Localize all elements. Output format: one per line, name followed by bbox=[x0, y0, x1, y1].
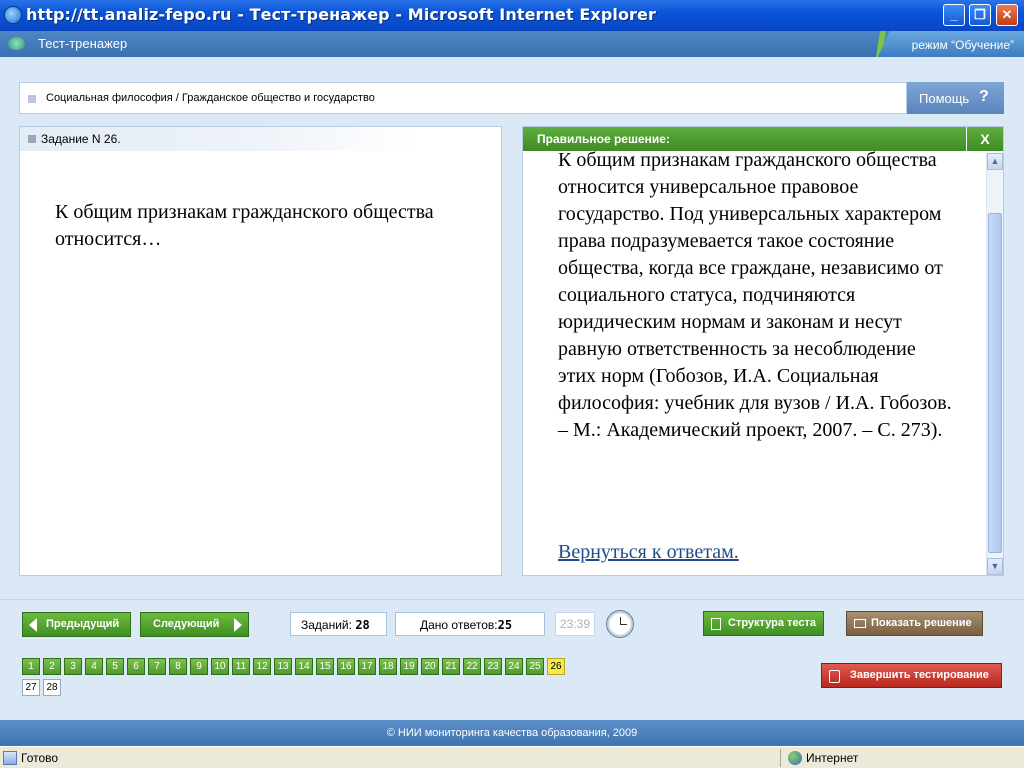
mode-indicator: режим “Обучение” bbox=[878, 31, 1024, 57]
tasks-count-box: Заданий: 28 bbox=[290, 612, 387, 636]
internet-explorer-icon bbox=[4, 6, 22, 24]
next-label: Следующий bbox=[153, 618, 220, 630]
answers-count-box: Дано ответов:25 bbox=[395, 612, 545, 636]
finish-testing-label: Завершить тестирование bbox=[850, 669, 989, 681]
mode-label: режим “Обучение” bbox=[911, 38, 1014, 52]
task-number-button[interactable]: 1 bbox=[22, 658, 40, 675]
task-number-button[interactable]: 10 bbox=[211, 658, 229, 675]
finish-testing-button[interactable]: Завершить тестирование bbox=[821, 663, 1002, 688]
app-title: Тест-тренажер bbox=[38, 36, 128, 51]
task-number-button[interactable]: 22 bbox=[463, 658, 481, 675]
task-number-button[interactable]: 3 bbox=[64, 658, 82, 675]
task-number-button[interactable]: 20 bbox=[421, 658, 439, 675]
running-man-icon bbox=[829, 670, 840, 683]
tasks-count: 28 bbox=[355, 618, 370, 632]
test-structure-label: Структура теста bbox=[728, 617, 817, 629]
internet-globe-icon bbox=[788, 751, 802, 765]
copyright-footer: © НИИ мониторинга качества образования, … bbox=[0, 720, 1024, 746]
scroll-down-arrow-icon[interactable]: ▼ bbox=[987, 558, 1003, 575]
answers-count: 25 bbox=[497, 618, 513, 632]
status-divider bbox=[780, 749, 781, 767]
solution-scrollbar[interactable]: ▲ ▼ bbox=[986, 153, 1003, 575]
task-number-button[interactable]: 7 bbox=[148, 658, 166, 675]
test-structure-button[interactable]: Структура теста bbox=[703, 611, 824, 636]
task-number-button[interactable]: 9 bbox=[190, 658, 208, 675]
help-label: Помощь bbox=[919, 91, 970, 106]
task-number-button[interactable]: 2 bbox=[43, 658, 61, 675]
status-ready-text: Готово bbox=[21, 751, 59, 765]
task-number-button[interactable]: 21 bbox=[442, 658, 460, 675]
document-icon bbox=[711, 618, 721, 630]
close-solution-button[interactable]: X bbox=[966, 127, 1003, 151]
timer-display: 23:39 bbox=[555, 612, 595, 636]
task-number-button[interactable]: 28 bbox=[43, 679, 61, 696]
show-solution-button[interactable]: Показать решение bbox=[846, 611, 983, 636]
scroll-thumb[interactable] bbox=[988, 213, 1002, 553]
task-number-button[interactable]: 5 bbox=[106, 658, 124, 675]
solution-panel: К общим признакам гражданского общества … bbox=[522, 126, 1004, 576]
square-bullet-icon bbox=[28, 135, 36, 143]
page-icon bbox=[3, 751, 17, 765]
task-number-button[interactable]: 16 bbox=[337, 658, 355, 675]
show-solution-label: Показать решение bbox=[871, 617, 972, 629]
tasks-label: Заданий: bbox=[301, 618, 352, 632]
window-title: http://tt.analiz-fepo.ru - Тест-тренажер… bbox=[26, 5, 656, 24]
help-button[interactable]: Помощь ? bbox=[907, 82, 1004, 114]
previous-label: Предыдущий bbox=[46, 618, 120, 630]
maximize-button[interactable]: ❐ bbox=[969, 4, 991, 26]
arrow-left-icon bbox=[29, 618, 37, 632]
task-number-button[interactable]: 25 bbox=[526, 658, 544, 675]
solution-title: Правильное решение: bbox=[537, 132, 670, 146]
arrow-right-icon bbox=[234, 618, 242, 632]
clock-hand bbox=[620, 624, 627, 625]
answers-label: Дано ответов: bbox=[420, 618, 498, 632]
task-number-button[interactable]: 15 bbox=[316, 658, 334, 675]
previous-button[interactable]: Предыдущий bbox=[22, 612, 131, 637]
task-number-button[interactable]: 6 bbox=[127, 658, 145, 675]
task-number-button[interactable]: 27 bbox=[22, 679, 40, 696]
task-number-button[interactable]: 14 bbox=[295, 658, 313, 675]
next-button[interactable]: Следующий bbox=[140, 612, 249, 637]
task-number-button[interactable]: 19 bbox=[400, 658, 418, 675]
task-header: Задание N 26. bbox=[20, 127, 415, 151]
task-number-button[interactable]: 4 bbox=[85, 658, 103, 675]
app-header: Тест-тренажер режим “Обучение” bbox=[0, 31, 1024, 57]
security-zone-text: Интернет bbox=[806, 751, 859, 765]
task-number-button[interactable]: 23 bbox=[484, 658, 502, 675]
task-number: Задание N 26. bbox=[41, 132, 121, 146]
task-number-button[interactable]: 18 bbox=[379, 658, 397, 675]
scroll-up-arrow-icon[interactable]: ▲ bbox=[987, 153, 1003, 170]
task-number-button[interactable]: 17 bbox=[358, 658, 376, 675]
task-number-button[interactable]: 11 bbox=[232, 658, 250, 675]
solution-text: К общим признакам гражданского общества … bbox=[558, 149, 952, 441]
app-logo-icon bbox=[8, 37, 25, 50]
task-number-button[interactable]: 13 bbox=[274, 658, 292, 675]
solution-header: Правильное решение: X bbox=[523, 127, 1003, 151]
clock-icon bbox=[606, 610, 634, 638]
breadcrumb: Социальная философия / Гражданское общес… bbox=[19, 82, 907, 114]
browser-status-bar: Готово Интернет bbox=[0, 746, 1024, 768]
task-number-button[interactable]: 8 bbox=[169, 658, 187, 675]
back-to-answers-link[interactable]: Вернуться к ответам. bbox=[558, 541, 739, 564]
minimize-button[interactable]: _ bbox=[943, 4, 965, 26]
question-text: К общим признакам гражданского общества … bbox=[55, 201, 434, 250]
close-window-button[interactable]: ✕ bbox=[996, 4, 1018, 26]
window-title-bar: http://tt.analiz-fepo.ru - Тест-тренажер… bbox=[0, 0, 1024, 31]
task-number-button[interactable]: 24 bbox=[505, 658, 523, 675]
question-mark-icon: ? bbox=[979, 88, 989, 105]
open-book-icon bbox=[854, 619, 866, 628]
square-bullet-icon bbox=[28, 95, 36, 103]
breadcrumb-text: Социальная философия / Гражданское общес… bbox=[46, 92, 375, 104]
task-number-button[interactable]: 12 bbox=[253, 658, 271, 675]
task-panel: Задание N 26. К общим признакам гражданс… bbox=[19, 126, 502, 576]
task-number-button[interactable]: 26 bbox=[547, 658, 565, 675]
